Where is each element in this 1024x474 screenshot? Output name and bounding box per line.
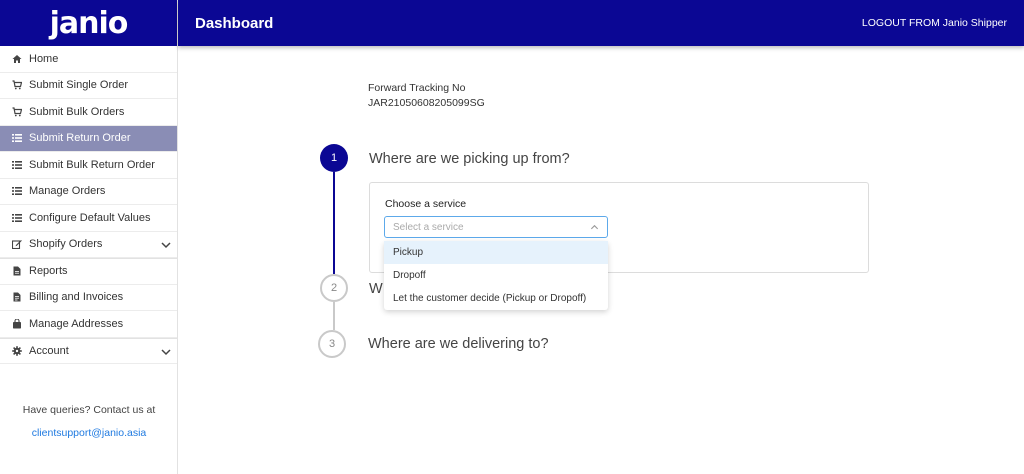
contact-email-link[interactable]: clientsupport@janio.asia (0, 427, 178, 439)
cart-icon (11, 80, 22, 91)
step-3-circle: 3 (318, 330, 346, 358)
logout-link[interactable]: LOGOUT FROM Janio Shipper (862, 17, 1007, 29)
list-icon (11, 159, 22, 170)
service-option-customer-decide[interactable]: Let the customer decide (Pickup or Dropo… (384, 287, 608, 310)
janio-logo: janio (49, 5, 129, 41)
sidebar-item-label: Billing and Invoices (29, 291, 124, 304)
chevron-down-icon[interactable] (161, 347, 171, 357)
sidebar-nav: Home Submit Single Order Submit Bulk Ord… (0, 46, 177, 364)
service-dropdown: Pickup Dropoff Let the customer decide (… (384, 241, 608, 310)
sidebar-item-label: Submit Return Order (29, 132, 131, 145)
service-select-placeholder: Select a service (393, 221, 464, 233)
stepper-line-inactive (333, 302, 335, 330)
sidebar-item-label: Reports (29, 265, 68, 278)
bag-icon (11, 318, 22, 329)
invoice-icon (11, 292, 22, 303)
file-icon (11, 266, 22, 277)
contact-section: Have queries? Contact us at clientsuppor… (0, 404, 178, 439)
step-number: 2 (330, 282, 338, 294)
list-icon (11, 186, 22, 197)
sidebar-item-account[interactable]: Account (0, 337, 177, 364)
step-2-title: W (369, 281, 383, 297)
sidebar-item-submit-return-order[interactable]: Submit Return Order (0, 125, 177, 152)
step-number: 1 (330, 152, 338, 164)
gear-icon (11, 345, 22, 356)
service-option-pickup[interactable]: Pickup (384, 241, 608, 264)
sidebar-item-shopify-orders[interactable]: Shopify Orders (0, 232, 177, 258)
sidebar-item-label: Manage Addresses (29, 317, 124, 330)
sidebar-item-submit-bulk-orders[interactable]: Submit Bulk Orders (0, 99, 177, 126)
chevron-up-icon (590, 224, 599, 230)
sidebar-item-label: Manage Orders (29, 185, 106, 198)
step-1-title: Where are we picking up from? (369, 151, 570, 167)
sidebar-item-label: Submit Bulk Orders (29, 105, 125, 118)
step-2-circle: 2 (320, 274, 348, 302)
sidebar-item-submit-bulk-return-order[interactable]: Submit Bulk Return Order (0, 152, 177, 179)
sidebar-item-submit-single-order[interactable]: Submit Single Order (0, 73, 177, 99)
option-label: Pickup (393, 247, 424, 258)
step-1-circle: 1 (320, 144, 348, 172)
choose-service-label: Choose a service (385, 198, 467, 210)
option-label: Dropoff (393, 270, 426, 281)
sidebar-item-label: Shopify Orders (29, 238, 103, 251)
edit-icon (11, 239, 22, 250)
sidebar-item-label: Submit Single Order (29, 79, 129, 92)
tracking-info: Forward Tracking No JAR21050608205099SG (368, 81, 485, 111)
list-icon (11, 133, 22, 144)
option-label: Let the customer decide (Pickup or Dropo… (393, 293, 587, 304)
sidebar: janio Home Submit Single Order Submit Bu… (0, 0, 178, 474)
sidebar-item-label: Configure Default Values (29, 211, 151, 224)
top-header: Dashboard LOGOUT FROM Janio Shipper (178, 0, 1024, 46)
page-title: Dashboard (195, 14, 274, 32)
stepper-line-active (333, 172, 335, 274)
tracking-label: Forward Tracking No (368, 82, 466, 94)
service-select[interactable]: Select a service (384, 216, 608, 238)
sidebar-item-billing-and-invoices[interactable]: Billing and Invoices (0, 285, 177, 311)
chevron-down-icon[interactable] (161, 240, 171, 250)
tracking-number: JAR21050608205099SG (368, 97, 485, 109)
sidebar-item-label: Home (29, 52, 59, 65)
sidebar-item-manage-orders[interactable]: Manage Orders (0, 179, 177, 205)
home-icon (11, 53, 22, 64)
cart-icon (11, 106, 22, 117)
sidebar-item-label: Submit Bulk Return Order (29, 158, 155, 171)
sidebar-item-reports[interactable]: Reports (0, 258, 177, 285)
list-icon (11, 212, 22, 223)
sidebar-item-manage-addresses[interactable]: Manage Addresses (0, 311, 177, 338)
step-number: 3 (328, 338, 336, 350)
sidebar-item-configure-default-values[interactable]: Configure Default Values (0, 205, 177, 232)
logo-box[interactable]: janio (0, 0, 177, 46)
service-option-dropoff[interactable]: Dropoff (384, 264, 608, 287)
contact-text: Have queries? Contact us at (22, 404, 156, 416)
sidebar-item-label: Account (29, 344, 69, 357)
step-3-title: Where are we delivering to? (368, 336, 549, 352)
sidebar-item-home[interactable]: Home (0, 46, 177, 73)
